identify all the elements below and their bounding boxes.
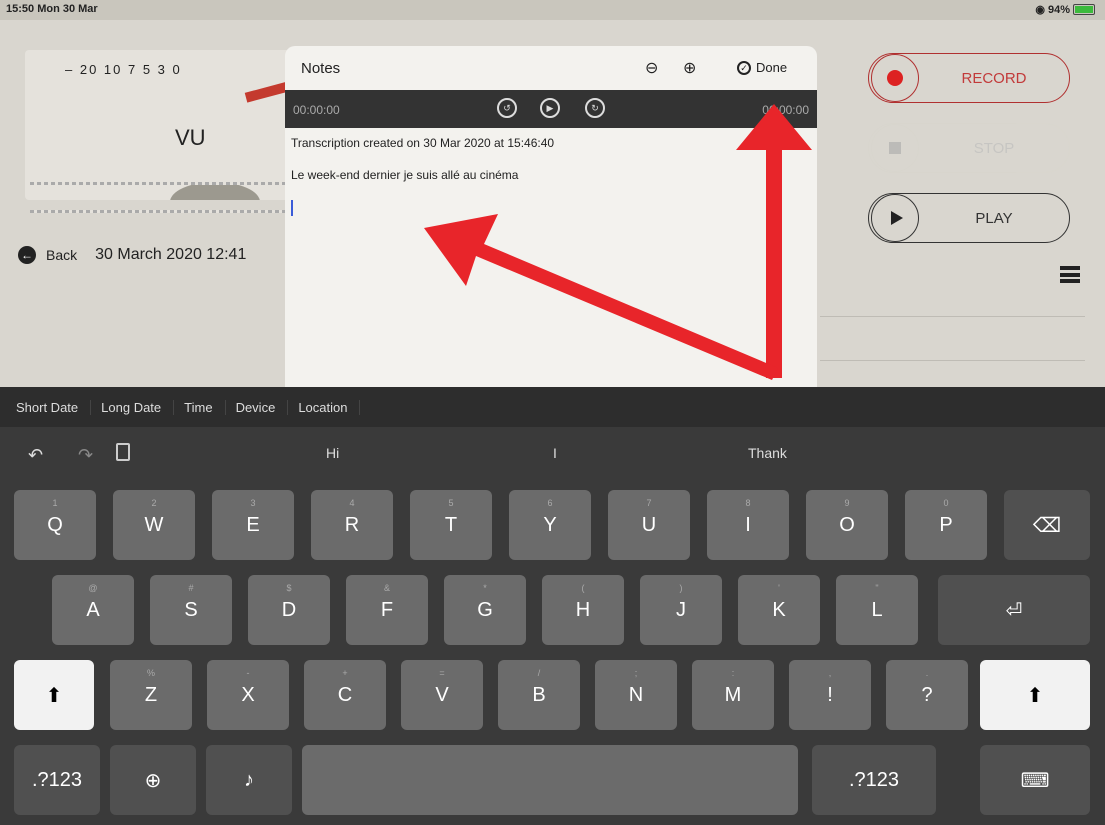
- globe-icon[interactable]: ⊕: [110, 745, 196, 815]
- player-time-start: 00:00:00: [293, 103, 340, 117]
- notes-header: Notes ⊖ ⊕ ✓ Done: [285, 46, 817, 90]
- key-u[interactable]: 7U: [608, 490, 690, 560]
- key-exclaim[interactable]: ,!: [789, 660, 871, 730]
- hide-keyboard-icon[interactable]: ⌨: [980, 745, 1090, 815]
- predictive-bar: ↶ ↷ Hi I Thank: [0, 427, 1105, 482]
- status-bar: 15:50 Mon 30 Mar ◉ 94%: [0, 0, 1105, 20]
- key-q[interactable]: 1Q: [14, 490, 96, 560]
- level-stripe: [30, 210, 285, 213]
- stop-button[interactable]: STOP: [868, 123, 1070, 173]
- transcription-info: Transcription created on 30 Mar 2020 at …: [291, 136, 555, 150]
- shortcut-time[interactable]: Time: [174, 399, 226, 415]
- key-j[interactable]: ) J: [640, 575, 722, 645]
- key-r[interactable]: 4R: [311, 490, 393, 560]
- shortcut-location[interactable]: Location: [288, 399, 361, 415]
- key-y[interactable]: 6Y: [509, 490, 591, 560]
- text-cursor: [291, 200, 293, 216]
- key-l[interactable]: " L: [836, 575, 918, 645]
- backspace-key[interactable]: ⌫: [1004, 490, 1090, 560]
- player-play-icon[interactable]: ▶: [540, 98, 560, 118]
- shortcut-bar: Short Date Long Date Time Device Locatio…: [0, 387, 1105, 427]
- key-g[interactable]: * G: [444, 575, 526, 645]
- back-arrow-icon: ←: [18, 246, 36, 264]
- key-x[interactable]: -X: [207, 660, 289, 730]
- done-label: Done: [756, 60, 788, 75]
- key-e[interactable]: 3E: [212, 490, 294, 560]
- play-label: PLAY: [975, 209, 1013, 227]
- key-b[interactable]: / B: [498, 660, 580, 730]
- back-label: Back: [46, 247, 78, 263]
- key-o[interactable]: 9O: [806, 490, 888, 560]
- transcription-text: Le week-end dernier je suis allé au ciné…: [291, 168, 519, 182]
- forward-icon[interactable]: ↻: [585, 98, 605, 118]
- notes-text-area[interactable]: Transcription created on 30 Mar 2020 at …: [285, 128, 817, 227]
- notes-player: 00:00:00 ↺ ▶ ↻ 00:00:00: [285, 90, 817, 128]
- shortcut-device[interactable]: Device: [226, 399, 289, 415]
- key-d[interactable]: $ D: [248, 575, 330, 645]
- key-f[interactable]: & F: [346, 575, 428, 645]
- key-n[interactable]: ; N: [595, 660, 677, 730]
- key-v[interactable]: = V: [401, 660, 483, 730]
- zoom-out-icon[interactable]: ⊖: [645, 58, 658, 78]
- key-w[interactable]: 2W: [113, 490, 195, 560]
- vu-scale: – 20 10 7 5 3 0: [65, 62, 182, 77]
- back-button[interactable]: ← Back 30 March 2020 12:41: [18, 246, 246, 264]
- record-label: RECORD: [961, 69, 1027, 87]
- space-key[interactable]: [302, 745, 798, 815]
- suggestion[interactable]: I: [553, 445, 557, 461]
- undo-icon[interactable]: ↶: [28, 445, 43, 466]
- key-h[interactable]: (H: [542, 575, 624, 645]
- rewind-icon[interactable]: ↺: [497, 98, 517, 118]
- numbers-key[interactable]: .?123: [14, 745, 100, 815]
- battery-indicator: ◉ 94%: [1035, 3, 1095, 16]
- key-t[interactable]: 5T: [410, 490, 492, 560]
- key-m[interactable]: :M: [692, 660, 774, 730]
- numbers-key-right[interactable]: .?123: [812, 745, 936, 815]
- shortcut-short-date[interactable]: Short Date: [6, 399, 92, 415]
- vu-meter: – 20 10 7 5 3 0 VU: [25, 50, 310, 200]
- stop-label: STOP: [973, 139, 1015, 157]
- divider: [820, 316, 1085, 317]
- return-key[interactable]: ⏎: [938, 575, 1090, 645]
- player-time-end: 00:00:00: [762, 103, 809, 117]
- status-time: 15:50 Mon 30 Mar: [6, 3, 98, 15]
- wifi-icon: ◉: [1035, 4, 1045, 16]
- record-button[interactable]: RECORD: [868, 53, 1070, 103]
- microphone-icon[interactable]: ♪: [206, 745, 292, 815]
- check-circle-icon: ✓: [737, 60, 751, 75]
- list-icon[interactable]: [1060, 266, 1080, 283]
- divider: [820, 360, 1085, 361]
- suggestion[interactable]: Thank: [748, 445, 787, 461]
- zoom-in-icon[interactable]: ⊕: [683, 58, 696, 78]
- key-c[interactable]: + C: [304, 660, 386, 730]
- battery-percent: 94%: [1047, 3, 1070, 16]
- battery-icon: [1073, 4, 1095, 15]
- key-a[interactable]: @ A: [52, 575, 134, 645]
- redo-icon[interactable]: ↷: [78, 445, 93, 466]
- shift-left-key[interactable]: ⬆: [14, 660, 94, 730]
- clipboard-icon[interactable]: [116, 443, 130, 461]
- vu-label: VU: [175, 125, 206, 150]
- done-button[interactable]: ✓ Done: [737, 60, 787, 75]
- recording-title: 30 March 2020 12:41: [95, 246, 247, 263]
- key-question[interactable]: .?: [886, 660, 968, 730]
- play-icon: [890, 211, 903, 225]
- key-k[interactable]: ' K: [738, 575, 820, 645]
- stop-icon: [889, 142, 901, 154]
- record-dot-icon: [887, 70, 903, 86]
- notes-panel: Notes ⊖ ⊕ ✓ Done 00:00:00 ↺ ▶ ↻ 00:00:00…: [285, 46, 817, 387]
- onscreen-keyboard: Short Date Long Date Time Device Locatio…: [0, 387, 1105, 825]
- shift-right-key[interactable]: ⬆: [980, 660, 1090, 730]
- level-stripe: [30, 182, 285, 185]
- key-p[interactable]: 0P: [905, 490, 987, 560]
- shortcut-long-date[interactable]: Long Date: [91, 399, 175, 415]
- play-button[interactable]: PLAY: [868, 193, 1070, 243]
- key-s[interactable]: # S: [150, 575, 232, 645]
- key-i[interactable]: 8I: [707, 490, 789, 560]
- key-z[interactable]: % Z: [110, 660, 192, 730]
- notes-title: Notes: [301, 60, 341, 77]
- suggestion[interactable]: Hi: [326, 445, 339, 461]
